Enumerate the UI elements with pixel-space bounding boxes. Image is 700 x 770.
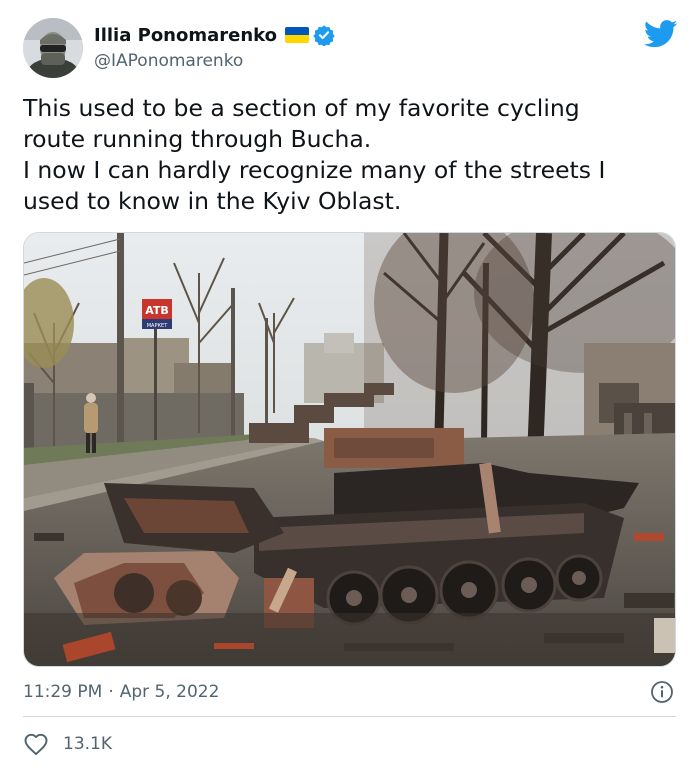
twitter-bird-icon[interactable] — [643, 20, 678, 48]
author-block: Illia Ponomarenko @IAPonomarenko — [94, 22, 335, 71]
tweet-timestamp[interactable]: 11:29 PM · Apr 5, 2022 — [23, 680, 219, 704]
tweet-date: Apr 5, 2022 — [119, 682, 220, 702]
ukraine-flag-icon — [285, 27, 310, 43]
tweet-text: This used to be a section of my favorite… — [23, 93, 673, 217]
tweet-text-line: This used to be a section of my favorite… — [23, 94, 580, 122]
tweet-card: Illia Ponomarenko @IAPonomarenko This us… — [0, 0, 700, 770]
tweet-text-line: I now I can hardly recognize many of the… — [23, 156, 606, 184]
author-handle[interactable]: @IAPonomarenko — [94, 51, 335, 71]
author-name[interactable]: Illia Ponomarenko — [94, 25, 277, 46]
tweet-time: 11:29 PM — [23, 682, 103, 702]
heart-icon[interactable] — [23, 732, 49, 756]
meta-separator: · — [108, 682, 114, 702]
like-count: 13.1K — [63, 734, 112, 754]
tweet-text-line: route running through Bucha. — [23, 125, 372, 153]
store-sign-subtext: МАРКЕТ — [147, 323, 168, 329]
avatar[interactable] — [23, 18, 83, 78]
verified-badge-icon — [313, 24, 335, 47]
divider — [23, 716, 676, 717]
store-sign-text: ATB — [145, 304, 169, 317]
like-button[interactable]: 13.1K — [23, 731, 112, 757]
tweet-photo[interactable]: ATB МАРКЕТ — [23, 232, 676, 667]
tweet-text-line: used to know in the Kyiv Oblast. — [23, 187, 402, 215]
info-icon[interactable] — [650, 680, 674, 704]
